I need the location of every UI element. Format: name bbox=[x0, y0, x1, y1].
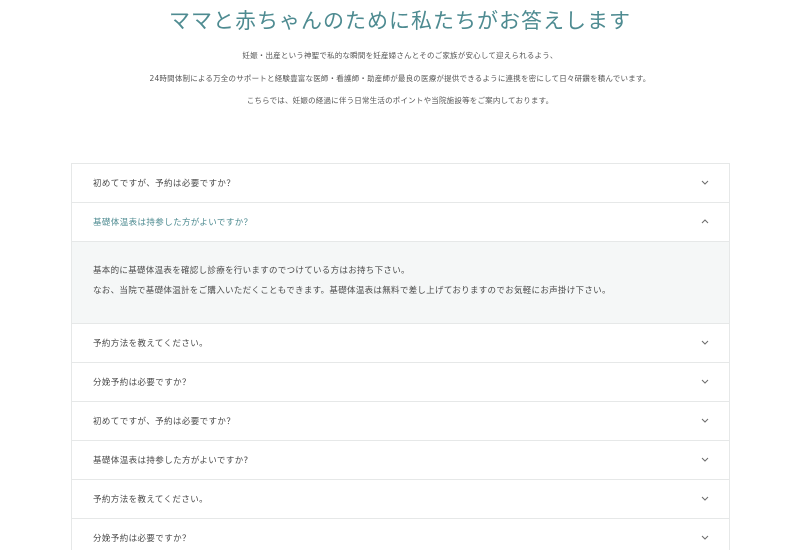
intro-line: こちらでは、妊娠の経過に伴う日常生活のポイントや当院施設等をご案内しております。 bbox=[246, 96, 554, 105]
intro-line: 24時間体制による万全のサポートと経験豊富な医師・看護師・助産師が最良の医療が提… bbox=[149, 73, 651, 83]
faq-item: 基礎体温表は持参した方がよいですか？ 基本的に基礎体温表を確認し診療を行いますので… bbox=[72, 203, 729, 324]
faq-question-toggle[interactable]: 分娩予約は必要ですか？ bbox=[72, 363, 729, 401]
faq-item: 初めてですが、予約は必要ですか？ bbox=[72, 402, 729, 441]
page-title: ママと赤ちゃんのために私たちがお答えします bbox=[169, 9, 631, 33]
faq-answer-line: 基本的に基礎体温表を確認し診療を行いますのでつけている方はお持ち下さい。 bbox=[93, 266, 410, 276]
faq-question-toggle[interactable]: 初めてですが、予約は必要ですか？ bbox=[72, 402, 729, 440]
faq-question-toggle[interactable]: 基礎体温表は持参した方がよいですか？ bbox=[72, 203, 729, 241]
chevron-down-icon[interactable] bbox=[701, 457, 709, 463]
faq-accordion: 初めてですが、予約は必要ですか？ 基礎体温表は持参した方がよいですか？ 基本的に基礎… bbox=[71, 163, 730, 550]
faq-question-text: 基礎体温表は持参した方がよいですか? bbox=[93, 456, 249, 466]
faq-item: 予約方法を教えてください。 bbox=[72, 324, 729, 363]
faq-answer-line: なお、当院で基礎体温計をご購入いただくこともできます。基礎体温表は無料で差し上げ… bbox=[93, 285, 611, 296]
chevron-down-icon[interactable] bbox=[701, 379, 709, 385]
faq-question-text: 初めてですが、予約は必要ですか？ bbox=[93, 417, 236, 427]
chevron-down-icon[interactable] bbox=[701, 180, 709, 186]
intro-line: 妊娠・出産という神聖で私的な瞬間を妊産婦さんとそのご家族が安心して迎えられるよう… bbox=[242, 51, 558, 60]
chevron-down-icon[interactable] bbox=[701, 340, 709, 346]
chevron-up-icon[interactable] bbox=[701, 219, 709, 225]
chevron-down-icon[interactable] bbox=[701, 496, 709, 502]
faq-question-toggle[interactable]: 基礎体温表は持参した方がよいですか? bbox=[72, 441, 729, 479]
faq-question-toggle[interactable]: 分娩予約は必要ですか？ bbox=[72, 519, 729, 550]
faq-item: 分娩予約は必要ですか？ bbox=[72, 363, 729, 402]
faq-item: 初めてですが、予約は必要ですか？ bbox=[72, 164, 729, 203]
faq-question-toggle[interactable]: 初めてですが、予約は必要ですか？ bbox=[72, 164, 729, 202]
faq-answer: 基本的に基礎体温表を確認し診療を行いますのでつけている方はお持ち下さい。なお、当… bbox=[72, 241, 729, 323]
chevron-down-icon[interactable] bbox=[701, 418, 709, 424]
chevron-down-icon[interactable] bbox=[701, 535, 709, 541]
faq-item: 分娩予約は必要ですか？ bbox=[72, 519, 729, 550]
faq-question-text: 分娩予約は必要ですか？ bbox=[93, 534, 191, 544]
faq-item: 予約方法を教えてください。 bbox=[72, 480, 729, 519]
faq-item: 基礎体温表は持参した方がよいですか? bbox=[72, 441, 729, 480]
intro-section: ママと赤ちゃんのために私たちがお答えします 妊娠・出産という神聖で私的な瞬間を妊… bbox=[0, 0, 800, 106]
faq-question-toggle[interactable]: 予約方法を教えてください。 bbox=[72, 480, 729, 518]
intro-text: 妊娠・出産という神聖で私的な瞬間を妊産婦さんとそのご家族が安心して迎えられるよう… bbox=[0, 50, 800, 106]
faq-question-text: 基礎体温表は持参した方がよいですか？ bbox=[93, 218, 253, 228]
faq-question-text: 予約方法を教えてください。 bbox=[93, 495, 209, 505]
faq-question-text: 分娩予約は必要ですか？ bbox=[93, 378, 191, 388]
page: ママと赤ちゃんのために私たちがお答えします 妊娠・出産という神聖で私的な瞬間を妊… bbox=[0, 0, 800, 550]
faq-question-toggle[interactable]: 予約方法を教えてください。 bbox=[72, 324, 729, 362]
faq-question-text: 初めてですが、予約は必要ですか？ bbox=[93, 179, 236, 189]
faq-question-text: 予約方法を教えてください。 bbox=[93, 339, 209, 349]
